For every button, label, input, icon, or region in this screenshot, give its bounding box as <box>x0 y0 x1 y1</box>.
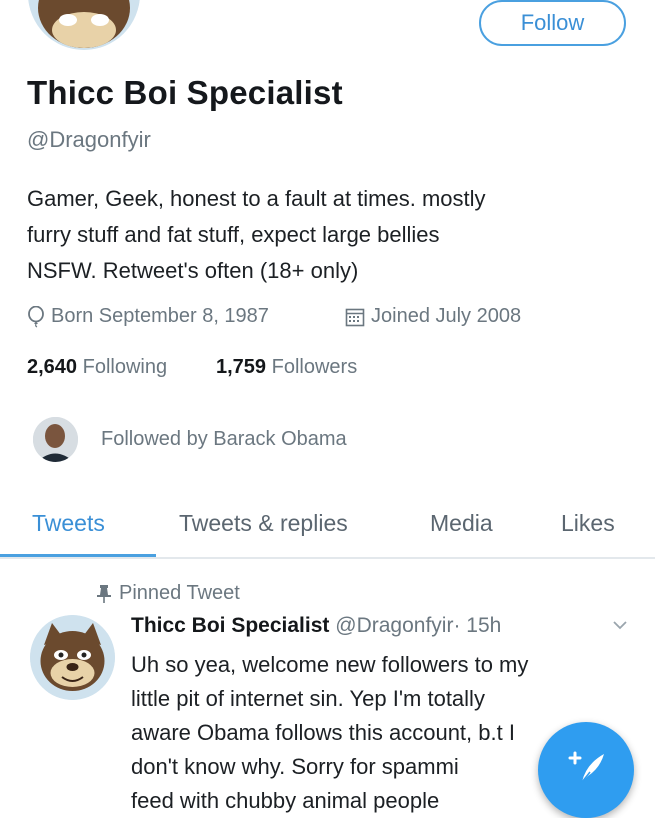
following-stat[interactable]: 2,640 Following <box>27 356 167 379</box>
following-number: 2,640 <box>27 356 78 378</box>
tweet-line: little pit of internet sin. Yep I'm tota… <box>131 686 485 711</box>
joined-info: Joined July 2008 <box>345 305 521 328</box>
tweet-author-avatar[interactable] <box>30 615 115 700</box>
joined-text: Joined July 2008 <box>371 305 522 327</box>
tweet-author-handle[interactable]: @Dragonfyir <box>335 614 453 637</box>
calendar-icon <box>345 307 365 327</box>
tweet-line: Uh so yea, welcome new followers to my <box>131 652 529 677</box>
tweet-header: Thicc Boi Specialist @Dragonfyir· 15h <box>131 614 501 638</box>
compose-tweet-button[interactable] <box>538 722 634 818</box>
tab-divider <box>0 557 655 559</box>
pinned-text: Pinned Tweet <box>119 582 240 604</box>
birthday-info: Born September 8, 1987 <box>27 305 269 328</box>
balloon-icon <box>27 305 45 328</box>
profile-display-name: Thicc Boi Specialist <box>27 74 343 111</box>
tab-tweets[interactable]: Tweets <box>32 510 105 537</box>
followed-by-avatar[interactable] <box>33 417 78 462</box>
follow-button[interactable]: Follow <box>479 0 626 46</box>
tab-tweets-and-replies[interactable]: Tweets & replies <box>179 510 348 537</box>
bio-line: furry stuff and fat stuff, expect large … <box>27 222 440 247</box>
tweet-time: · 15h <box>453 614 502 637</box>
pinned-tweet-label: Pinned Tweet <box>95 582 240 605</box>
birthday-text: Born September 8, 1987 <box>51 305 269 327</box>
tweet-author-name[interactable]: Thicc Boi Specialist <box>131 614 329 637</box>
profile-bio: Gamer, Geek, honest to a fault at times.… <box>27 181 627 289</box>
following-label: Following <box>82 356 168 378</box>
pin-icon <box>95 584 113 604</box>
compose-tweet-icon <box>564 748 608 793</box>
profile-avatar[interactable] <box>28 0 140 50</box>
followed-by-text: Followed by Barack Obama <box>101 428 347 450</box>
tab-likes[interactable]: Likes <box>561 510 615 537</box>
bio-line: Gamer, Geek, honest to a fault at times.… <box>27 186 486 211</box>
bio-line: NSFW. Retweet's often (18+ only) <box>27 258 359 283</box>
followers-number: 1,759 <box>216 356 267 378</box>
followers-stat[interactable]: 1,759 Followers <box>216 356 357 379</box>
followers-label: Followers <box>271 356 358 378</box>
profile-handle: @Dragonfyir <box>27 127 151 152</box>
tab-media[interactable]: Media <box>430 510 493 537</box>
chevron-down-icon[interactable] <box>612 618 628 636</box>
